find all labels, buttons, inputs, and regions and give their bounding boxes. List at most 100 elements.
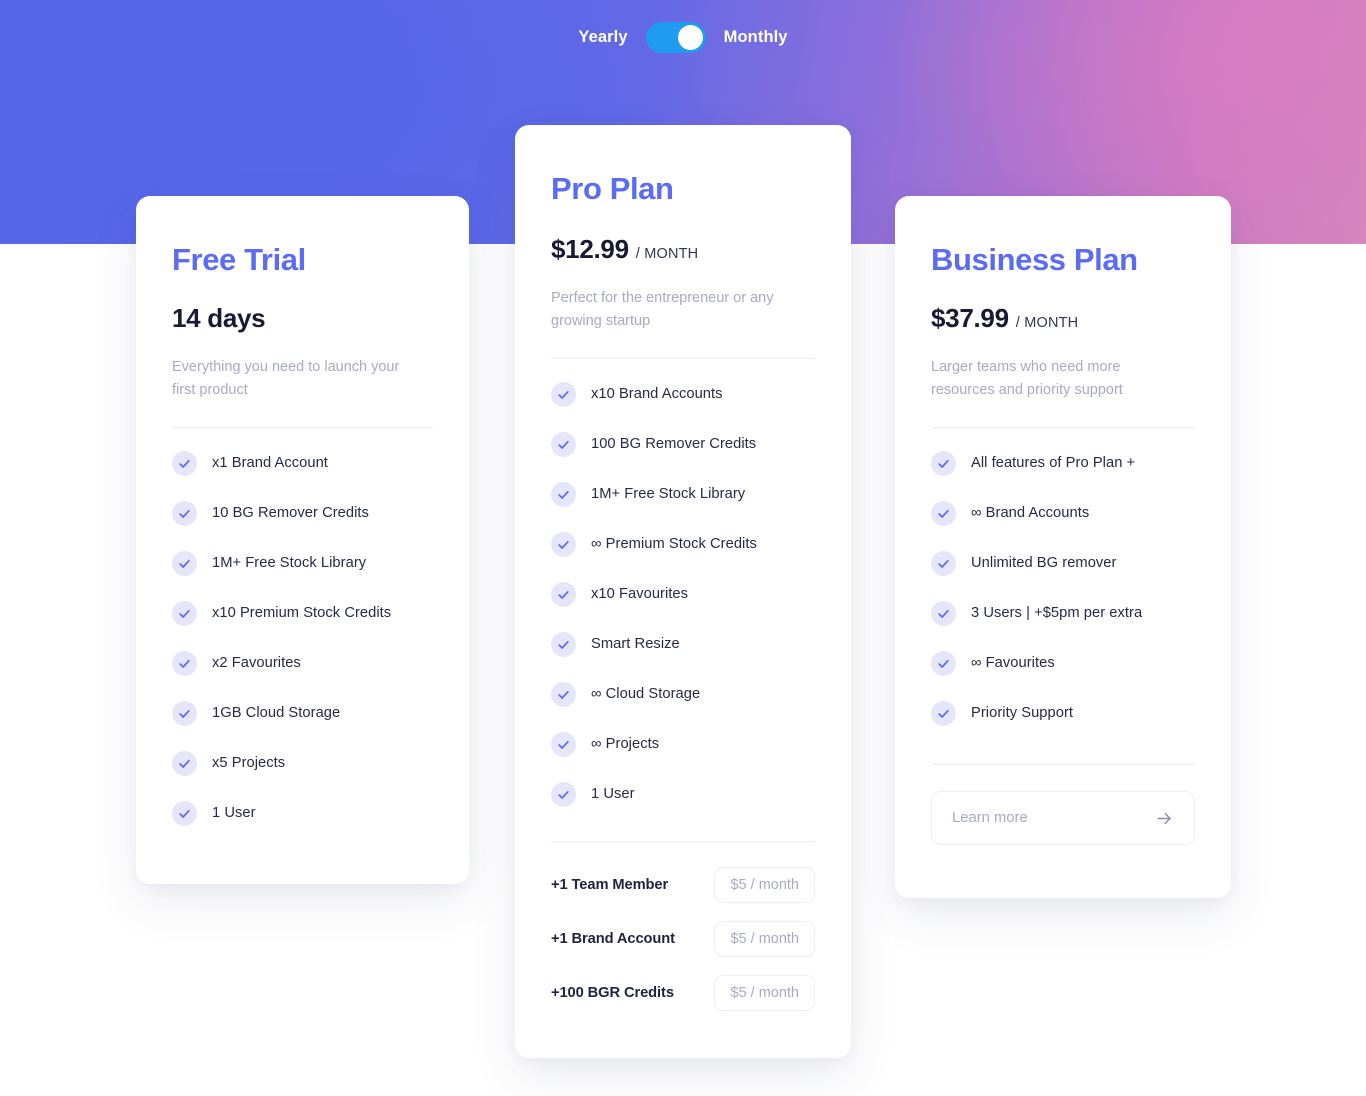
- feature-label: ∞ Projects: [591, 736, 660, 753]
- list-item: All features of Pro Plan +: [931, 438, 1195, 488]
- check-icon: [551, 381, 576, 407]
- list-item: x10 Brand Accounts: [551, 369, 815, 419]
- check-icon: [931, 700, 956, 726]
- check-icon: [931, 450, 956, 476]
- plan-description: Larger teams who need more resources and…: [931, 358, 1123, 399]
- check-icon: [551, 531, 576, 557]
- check-icon: [172, 600, 197, 626]
- plan-title: Free Trial: [172, 242, 306, 277]
- addon-row-team-member: +1 Team Member $5 / month: [551, 858, 815, 912]
- list-item: Smart Resize: [551, 619, 815, 669]
- list-item: Priority Support: [931, 688, 1195, 738]
- feature-label: x10 Favourites: [591, 586, 689, 603]
- list-item: 3 Users | +$5pm per extra: [931, 588, 1195, 638]
- feature-label: 3 Users | +$5pm per extra: [971, 605, 1143, 622]
- check-icon: [551, 431, 576, 457]
- pricing-card-business-plan: Business Plan $37.99 / MONTH Larger team…: [895, 196, 1231, 898]
- pricing-card-free-trial: Free Trial 14 days Everything you need t…: [136, 196, 469, 884]
- learn-more-button[interactable]: Learn more: [931, 791, 1195, 846]
- divider: [931, 427, 1195, 429]
- feature-label: 1M+ Free Stock Library: [591, 486, 746, 503]
- addon-label: +1 Brand Account: [551, 931, 675, 948]
- list-item: 1GB Cloud Storage: [172, 688, 433, 738]
- arrow-right-icon: [1155, 809, 1174, 828]
- feature-label: ∞ Brand Accounts: [971, 505, 1090, 522]
- feature-label: 1GB Cloud Storage: [212, 705, 341, 722]
- check-icon: [172, 450, 197, 476]
- list-item: ∞ Premium Stock Credits: [551, 519, 815, 569]
- check-icon: [172, 700, 197, 726]
- list-item: Unlimited BG remover: [931, 538, 1195, 588]
- check-icon: [172, 550, 197, 576]
- plan-price: $12.99: [551, 233, 629, 264]
- divider: [551, 841, 815, 843]
- feature-label: 10 BG Remover Credits: [212, 505, 369, 522]
- check-icon: [172, 500, 197, 526]
- plan-period: / MONTH: [1015, 314, 1079, 331]
- feature-list: All features of Pro Plan + ∞ Brand Accou…: [931, 438, 1195, 738]
- list-item: x10 Premium Stock Credits: [172, 588, 433, 638]
- list-item: ∞ Favourites: [931, 638, 1195, 688]
- check-icon: [931, 650, 956, 676]
- check-icon: [551, 481, 576, 507]
- plan-price-row: $12.99 / MONTH: [551, 234, 815, 265]
- plan-price-row: 14 days: [172, 303, 433, 334]
- feature-label: Priority Support: [971, 705, 1074, 722]
- plan-price: 14 days: [172, 302, 266, 333]
- feature-label: 100 BG Remover Credits: [591, 436, 757, 453]
- check-icon: [931, 550, 956, 576]
- list-item: x2 Favourites: [172, 638, 433, 688]
- check-icon: [931, 500, 956, 526]
- check-icon: [931, 600, 956, 626]
- list-item: ∞ Cloud Storage: [551, 669, 815, 719]
- check-icon: [172, 650, 197, 676]
- list-item: 1M+ Free Stock Library: [551, 469, 815, 519]
- plan-title: Pro Plan: [551, 171, 674, 206]
- learn-more-label: Learn more: [952, 810, 1028, 827]
- check-icon: [551, 781, 576, 807]
- feature-label: x10 Brand Accounts: [591, 386, 723, 403]
- check-icon: [551, 581, 576, 607]
- addon-label: +100 BGR Credits: [551, 985, 674, 1002]
- feature-label: Unlimited BG remover: [971, 555, 1117, 572]
- billing-toggle-monthly-label[interactable]: Monthly: [724, 29, 788, 46]
- divider: [172, 427, 433, 429]
- addon-row-brand-account: +1 Brand Account $5 / month: [551, 912, 815, 966]
- feature-list: x10 Brand Accounts 100 BG Remover Credit…: [551, 369, 815, 819]
- feature-label: 1 User: [591, 786, 635, 803]
- feature-label: x1 Brand Account: [212, 455, 328, 472]
- divider: [551, 358, 815, 360]
- check-icon: [551, 631, 576, 657]
- pricing-card-pro-plan: Pro Plan $12.99 / MONTH Perfect for the …: [515, 125, 851, 1058]
- feature-label: x10 Premium Stock Credits: [212, 605, 392, 622]
- list-item: x1 Brand Account: [172, 438, 433, 488]
- switch-knob: [677, 25, 703, 50]
- list-item: 1M+ Free Stock Library: [172, 538, 433, 588]
- feature-label: All features of Pro Plan +: [971, 455, 1136, 472]
- check-icon: [172, 750, 197, 776]
- feature-label: 1M+ Free Stock Library: [212, 555, 367, 572]
- feature-label: Smart Resize: [591, 636, 680, 653]
- addon-label: +1 Team Member: [551, 877, 669, 894]
- list-item: ∞ Projects: [551, 719, 815, 769]
- addon-price-button[interactable]: $5 / month: [714, 975, 815, 1012]
- feature-label: ∞ Favourites: [971, 655, 1055, 672]
- billing-period-switch[interactable]: [645, 22, 706, 53]
- divider: [931, 764, 1195, 766]
- plan-price-row: $37.99 / MONTH: [931, 303, 1195, 334]
- feature-label: x5 Projects: [212, 755, 286, 772]
- plan-price: $37.99: [931, 302, 1009, 333]
- check-icon: [551, 681, 576, 707]
- check-icon: [551, 731, 576, 757]
- addon-price-button[interactable]: $5 / month: [714, 867, 815, 904]
- feature-list: x1 Brand Account 10 BG Remover Credits 1…: [172, 438, 433, 838]
- billing-toggle-yearly-label[interactable]: Yearly: [578, 29, 627, 46]
- list-item: x5 Projects: [172, 738, 433, 788]
- addon-row-bgr-credits: +100 BGR Credits $5 / month: [551, 966, 815, 1020]
- feature-label: ∞ Premium Stock Credits: [591, 536, 757, 553]
- addon-price-button[interactable]: $5 / month: [714, 921, 815, 958]
- list-item: 1 User: [172, 788, 433, 838]
- list-item: ∞ Brand Accounts: [931, 488, 1195, 538]
- plan-period: / MONTH: [635, 245, 699, 262]
- list-item: 1 User: [551, 769, 815, 819]
